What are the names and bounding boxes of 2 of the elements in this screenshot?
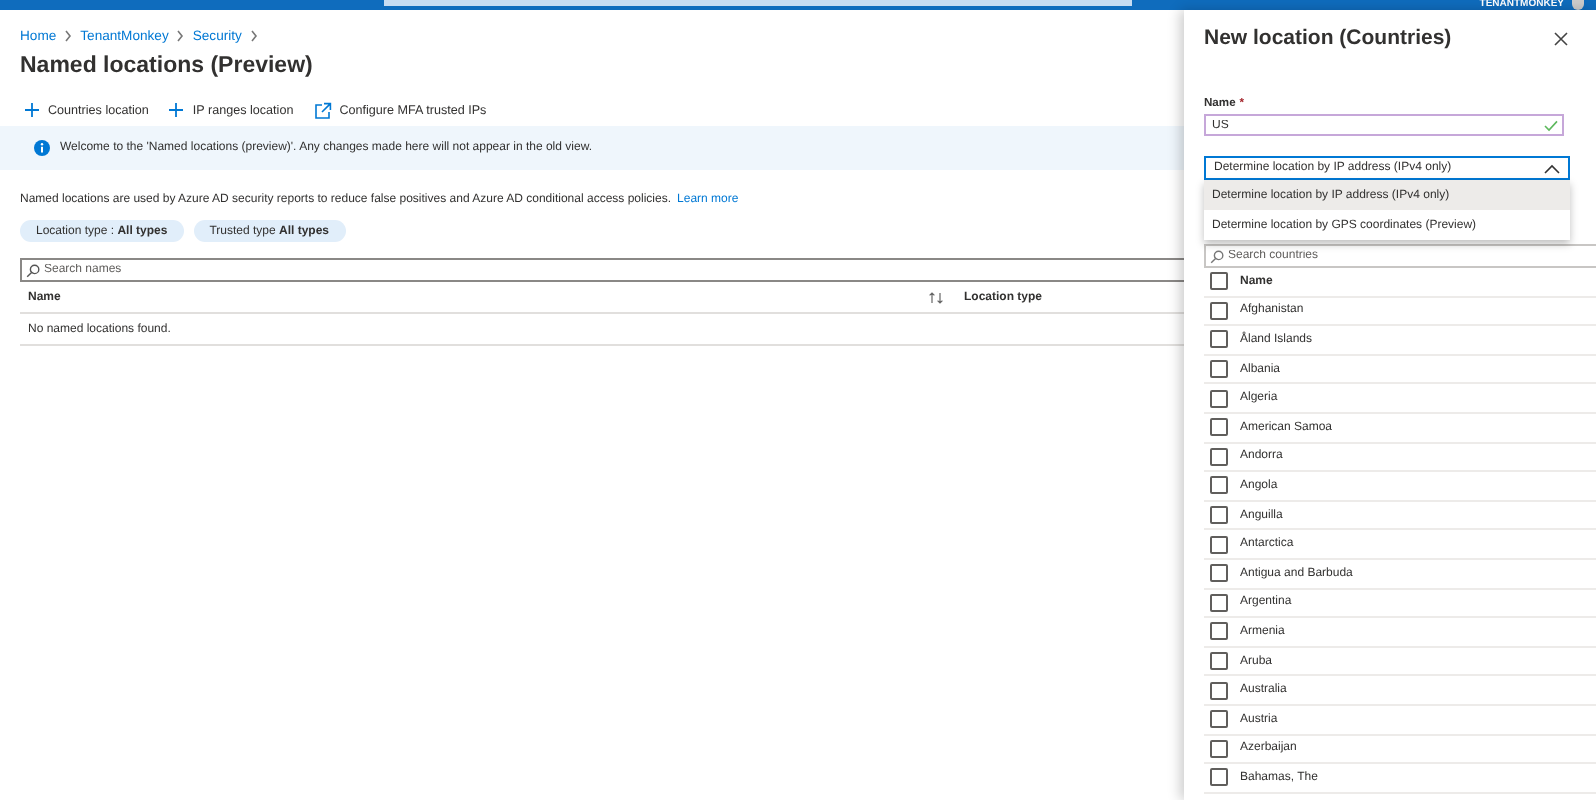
page-title: Named locations (Preview) <box>20 54 315 82</box>
panel-title: New location (Countries) <box>1204 26 1452 50</box>
